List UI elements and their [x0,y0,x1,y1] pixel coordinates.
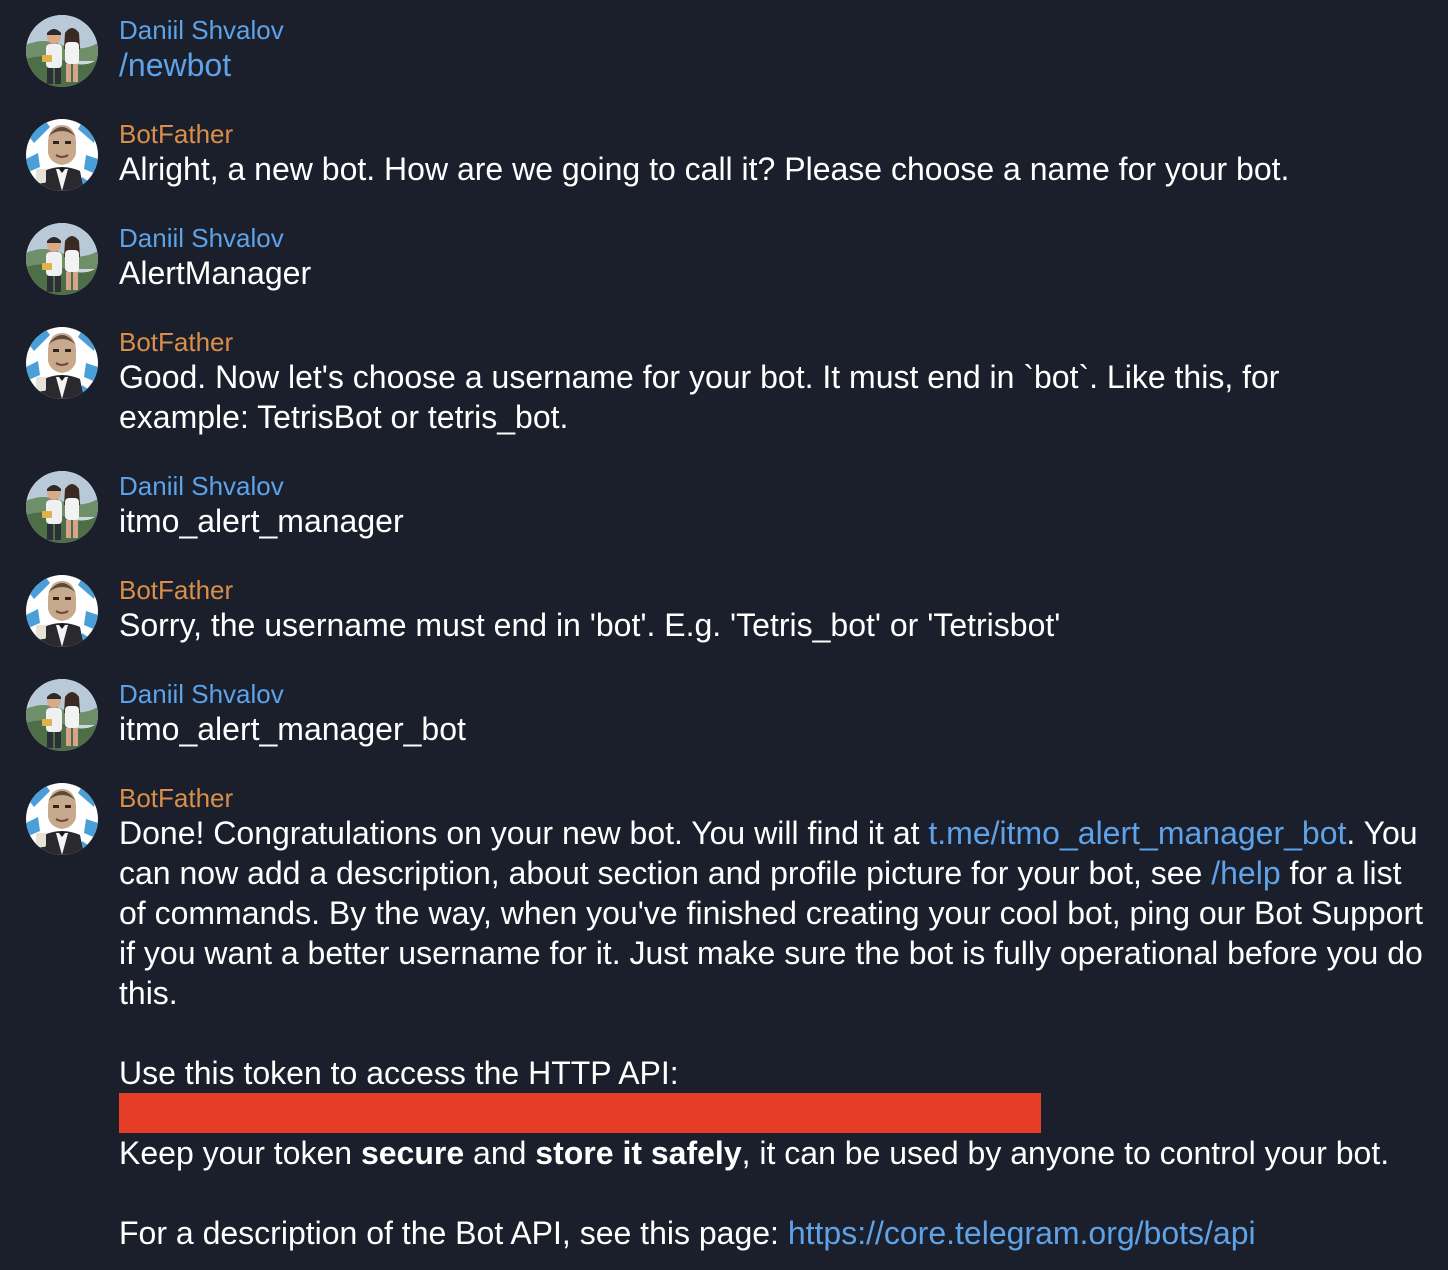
message-author[interactable]: Daniil Shvalov [119,471,1429,501]
keep-token-paragraph: Keep your token secure and store it safe… [119,1133,1429,1173]
keep-text: , it can be used by anyone to control yo… [741,1135,1390,1171]
keep-text: and [464,1135,536,1171]
user-avatar[interactable] [26,15,98,87]
message-text: itmo_alert_manager [119,503,404,539]
message-author[interactable]: BotFather [119,575,1429,605]
done-paragraph: Done! Congratulations on your new bot. Y… [119,813,1429,1013]
keep-bold-text: secure [360,1135,465,1171]
user-avatar[interactable] [26,223,98,295]
user-avatar[interactable] [26,471,98,543]
message-text: AlertManager [119,255,312,291]
message-author[interactable]: BotFather [119,327,1429,357]
done-intro-text: Done! Congratulations on your new bot. Y… [119,815,929,851]
message-author[interactable]: Daniil Shvalov [119,679,1429,709]
keep-text: Keep your token [119,1135,361,1171]
message-text: itmo_alert_manager_bot [119,711,466,747]
token-intro-text: Use this token to access the HTTP API: [119,1055,679,1091]
bot-link[interactable]: t.me/itmo_alert_manager_bot [928,815,1346,851]
chat-history: Daniil Shvalov /newbot BotFather Alright… [0,0,1448,1270]
api-intro-text: For a description of the Bot API, see th… [119,1215,788,1251]
botfather-avatar[interactable] [26,783,98,855]
command-link[interactable]: /newbot [119,45,1429,85]
redacted-token [119,1093,1041,1133]
keep-bold-text: store it safely [535,1135,742,1171]
message-text: Alright, a new bot. How are we going to … [119,151,1290,187]
message-text: Good. Now let's choose a username for yo… [119,359,1280,435]
user-avatar[interactable] [26,679,98,751]
message-text: Done! Congratulations on your new bot. Y… [119,813,1429,1253]
message-author[interactable]: BotFather [119,783,1429,813]
message-text: Sorry, the username must end in 'bot'. E… [119,607,1061,643]
message-author[interactable]: Daniil Shvalov [119,15,1429,45]
botfather-avatar[interactable] [26,575,98,647]
help-command-link[interactable]: /help [1211,855,1280,891]
api-docs-link[interactable]: https://core.telegram.org/bots/api [788,1215,1256,1251]
botfather-avatar[interactable] [26,327,98,399]
api-paragraph: For a description of the Bot API, see th… [119,1213,1429,1253]
message-author[interactable]: BotFather [119,119,1429,149]
botfather-avatar[interactable] [26,119,98,191]
message-author[interactable]: Daniil Shvalov [119,223,1429,253]
